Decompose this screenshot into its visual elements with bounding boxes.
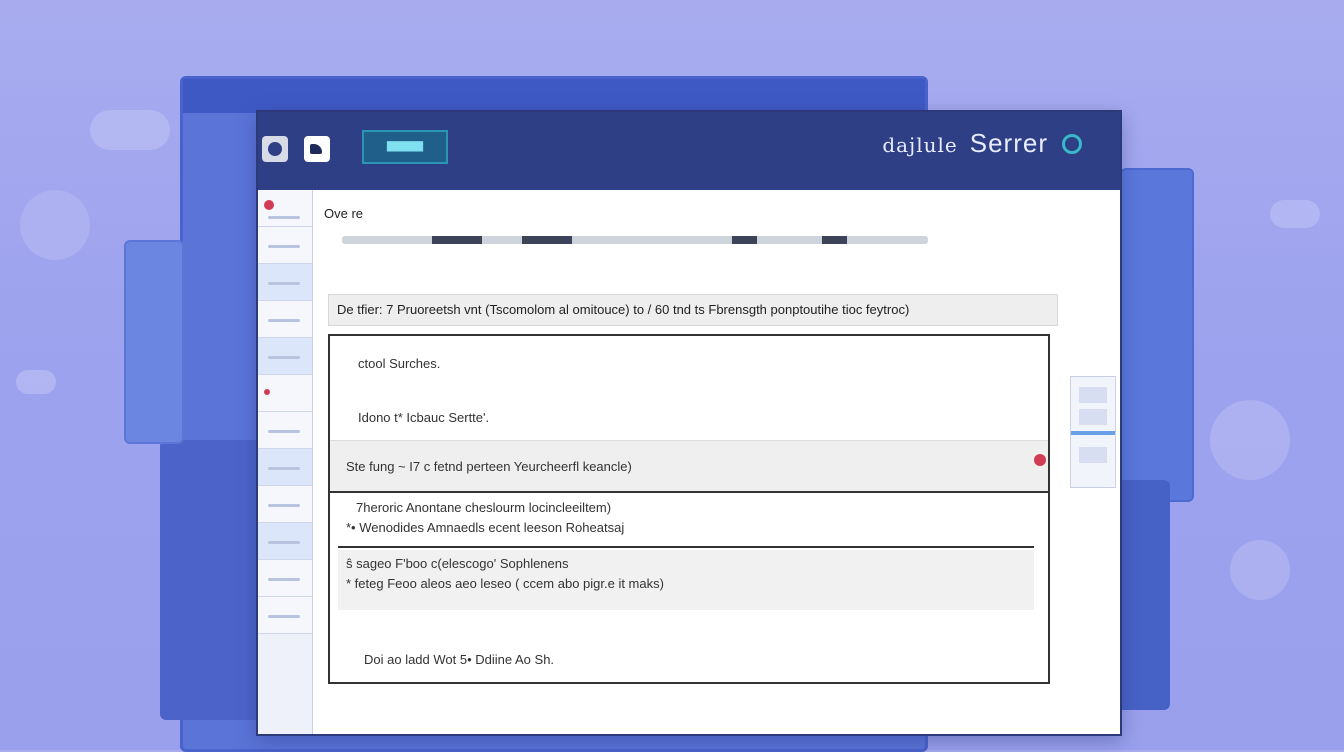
info-bar: De tfier: 7 Pruoreetsh vnt (Tscomolom al… <box>328 294 1058 326</box>
window-title-text: Serrer <box>969 128 1048 158</box>
progress-bar <box>342 236 928 244</box>
background-shape <box>16 370 56 394</box>
strip-item[interactable] <box>258 412 312 449</box>
list-item[interactable]: Idono t* Icbauc Sertte'. <box>358 410 489 425</box>
status-ring-icon[interactable] <box>1062 134 1082 154</box>
section-heading: Ove re <box>324 206 364 221</box>
content-area: Ove re De tfier: 7 Pruoreetsh vnt (Tscom… <box>314 190 1120 734</box>
details-panel: ctool Surches. Idono t* Icbauc Sertte'. … <box>328 334 1050 684</box>
detail-line: 7heroric Anontane cheslourm locincleeilt… <box>356 500 612 515</box>
main-window: ▇▇▇▇▇▇ dajlule Serrer Ove re De tfier: 7 … <box>256 110 1122 736</box>
detail-line: * feteg Feoo aleos aeo leseo ( ccem abo … <box>346 576 664 591</box>
footer-actions[interactable]: Doi ao ladd Wot 5• Ddiine Ao Sh. <box>364 652 554 667</box>
strip-item[interactable] <box>258 227 312 264</box>
background-panel-right-lower <box>1115 480 1170 710</box>
alert-dot-icon <box>264 389 270 395</box>
strip-item[interactable] <box>258 375 312 412</box>
background-shape <box>20 190 90 260</box>
strip-item[interactable] <box>258 338 312 375</box>
title-bar: ▇▇▇▇▇▇ dajlule Serrer <box>258 112 1120 190</box>
window-control-icon[interactable] <box>262 136 288 162</box>
detail-line: *• Wenodides Amnaedls ecent leeson Rohea… <box>346 520 625 535</box>
background-panel-left <box>124 240 184 444</box>
side-strip <box>258 190 313 734</box>
detail-line: ŝ sageo F'boo c(elescogo' Sophlenens <box>346 556 569 571</box>
side-widget[interactable] <box>1070 376 1116 488</box>
alert-dot-icon[interactable] <box>1034 454 1046 466</box>
background-panel-right <box>1120 168 1194 502</box>
background-shape <box>1270 200 1320 228</box>
detail-block[interactable]: 7heroric Anontane cheslourm locincleeilt… <box>338 494 1034 548</box>
strip-item[interactable] <box>258 486 312 523</box>
background-shape <box>1230 540 1290 600</box>
window-title-prefix: dajlule <box>882 133 958 157</box>
selected-row-label: Ste fung ~ I7 c fetnd perteen Yeurcheerf… <box>346 459 632 474</box>
window-title: dajlule Serrer <box>882 128 1048 159</box>
strip-item[interactable] <box>258 597 312 634</box>
background-shape <box>1210 400 1290 480</box>
strip-item[interactable] <box>258 264 312 301</box>
detail-block[interactable]: ŝ sageo F'boo c(elescogo' Sophlenens * f… <box>338 550 1034 610</box>
strip-item[interactable] <box>258 449 312 486</box>
strip-item[interactable] <box>258 523 312 560</box>
strip-item[interactable] <box>258 301 312 338</box>
selected-row[interactable]: Ste fung ~ I7 c fetnd perteen Yeurcheerf… <box>330 440 1048 493</box>
strip-item[interactable] <box>258 560 312 597</box>
strip-item[interactable] <box>258 190 312 227</box>
alert-dot-icon <box>264 200 274 210</box>
title-badge[interactable]: ▇▇▇▇▇▇ <box>362 130 448 164</box>
list-item[interactable]: ctool Surches. <box>358 356 440 371</box>
background-shape <box>90 110 170 150</box>
app-icon[interactable] <box>304 136 330 162</box>
